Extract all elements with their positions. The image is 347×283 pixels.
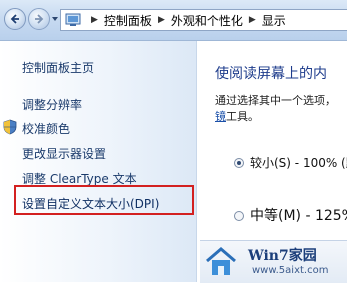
breadcrumb-separator: ▶	[157, 15, 165, 25]
radio-smaller[interactable]	[234, 158, 244, 168]
magnifier-link[interactable]: 镜	[215, 110, 226, 123]
description-text-line2: 镜工具。	[215, 108, 259, 124]
back-button[interactable]	[4, 8, 26, 30]
sidebar: 控制面板主页 调整分辨率 校准颜色 更改显示器设置 调整 ClearType 文…	[0, 41, 197, 282]
description-text: 通过选择其中一个选项，	[215, 94, 336, 107]
radio-smaller-label[interactable]: 较小(S) - 100% (默	[250, 154, 347, 171]
address-bar[interactable]: ▶ 控制面板 ▶ 外观和个性化 ▶ 显示	[60, 9, 347, 31]
highlight-annotation-box	[14, 185, 194, 215]
radio-medium[interactable]	[234, 211, 244, 221]
house-logo-icon	[206, 247, 236, 275]
back-arrow-icon	[10, 14, 19, 24]
sidebar-item-calibrate-color[interactable]: 校准颜色	[22, 120, 70, 137]
title-bar: ▶ 控制面板 ▶ 外观和个性化 ▶ 显示	[0, 0, 347, 41]
forward-button[interactable]	[28, 8, 50, 30]
sidebar-item-display-settings[interactable]: 更改显示器设置	[22, 145, 106, 162]
description-text-rest: 工具。	[226, 110, 259, 123]
radio-medium-label[interactable]: 中等(M) - 125%	[250, 205, 347, 225]
breadcrumb-separator: ▶	[91, 15, 98, 25]
breadcrumb-appearance[interactable]: 外观和个性化	[171, 12, 243, 29]
watermark-title: Win7家园	[248, 248, 317, 264]
watermark-url: www.5aixt.com	[252, 265, 329, 276]
breadcrumb-control-panel[interactable]: 控制面板	[104, 12, 152, 29]
sidebar-item-resolution[interactable]: 调整分辨率	[22, 96, 82, 113]
control-panel-icon	[65, 13, 81, 26]
recent-pages-dropdown-icon[interactable]	[52, 16, 58, 22]
sidebar-home-link[interactable]: 控制面板主页	[22, 59, 94, 76]
forward-arrow-icon	[35, 14, 44, 24]
shield-icon	[3, 119, 17, 135]
breadcrumb-display[interactable]: 显示	[262, 12, 286, 29]
watermark: Win7家园 www.5aixt.com	[200, 240, 347, 283]
page-title: 使阅读屏幕上的内	[215, 66, 327, 82]
breadcrumb-separator: ▶	[248, 15, 256, 25]
